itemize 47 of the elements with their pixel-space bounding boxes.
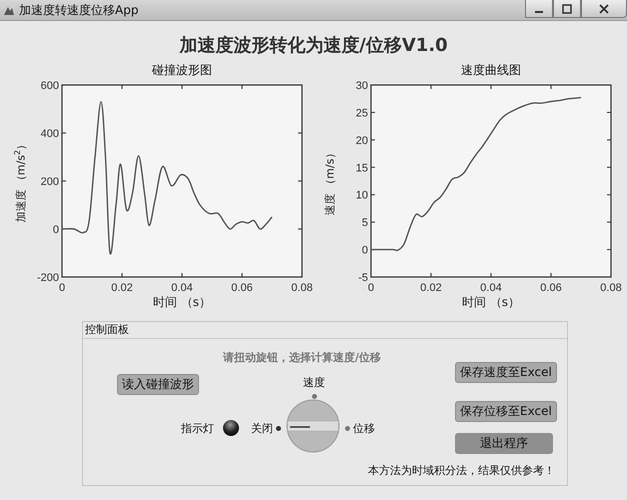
tick-label: 0: [58, 282, 66, 294]
axis-label: 时间 （s）: [152, 295, 212, 309]
tick-label: 600: [40, 80, 59, 92]
exit-button[interactable]: 退出程序: [455, 433, 553, 454]
close-button[interactable]: [581, 0, 627, 18]
app-heading: 加速度波形转化为速度/位移V1.0: [178, 35, 449, 57]
tick-label: 0: [52, 224, 59, 236]
load-button[interactable]: 读入碰撞波形: [117, 374, 199, 395]
tick-label: 0.02: [420, 282, 442, 294]
tick-label: 0: [368, 282, 374, 294]
chart-title: 速度曲线图: [460, 63, 522, 77]
tick-label: 30: [356, 80, 368, 92]
panel-title: 控制面板: [83, 322, 567, 339]
maximize-icon: [562, 4, 572, 14]
save-button[interactable]: 保存位移至Excel: [455, 401, 557, 422]
tick-label: 0.06: [231, 282, 253, 294]
save-button[interactable]: 保存速度至Excel: [455, 362, 557, 383]
tick-label: -200: [36, 272, 59, 284]
instruction-text: 请扭动旋钮，选择计算速度/位移: [222, 350, 382, 365]
tick-label: 200: [40, 176, 59, 188]
maximize-button[interactable]: [553, 0, 581, 18]
disclaimer-text: 本方法为时域积分法，结果仅供参考！: [368, 463, 555, 478]
indicator-label: 指示灯: [181, 420, 215, 436]
axis-label: 时间 （s）: [460, 295, 522, 309]
tick-label: 5: [362, 217, 368, 230]
tick-label: 0.06: [540, 282, 562, 294]
tick-label: 0.08: [291, 282, 313, 294]
tick-label: 20: [356, 134, 368, 147]
tick-label: 15: [356, 162, 368, 174]
tick-label: 0.04: [480, 282, 502, 294]
position-label: 位移: [353, 420, 375, 436]
tick-label: -5: [358, 272, 368, 284]
tick-label: 0.02: [111, 282, 133, 294]
minimize-icon: [535, 10, 543, 12]
tick-label: 10: [356, 190, 368, 202]
position-label: 关闭: [251, 420, 273, 436]
tick-label: 25: [356, 107, 368, 120]
window-title: 加速度转速度位移App: [19, 2, 140, 18]
tick-label: 400: [40, 128, 59, 140]
axis-label: 速度 （m/s）: [322, 147, 338, 215]
position-label: 速度: [303, 375, 325, 390]
minimize-button[interactable]: [525, 0, 553, 18]
tick-label: 0.04: [171, 282, 193, 294]
chart-title: 碰撞波形图: [151, 63, 213, 77]
close-icon: [599, 4, 609, 14]
tick-label: 0: [362, 244, 368, 257]
tick-label: 0.08: [600, 282, 622, 294]
